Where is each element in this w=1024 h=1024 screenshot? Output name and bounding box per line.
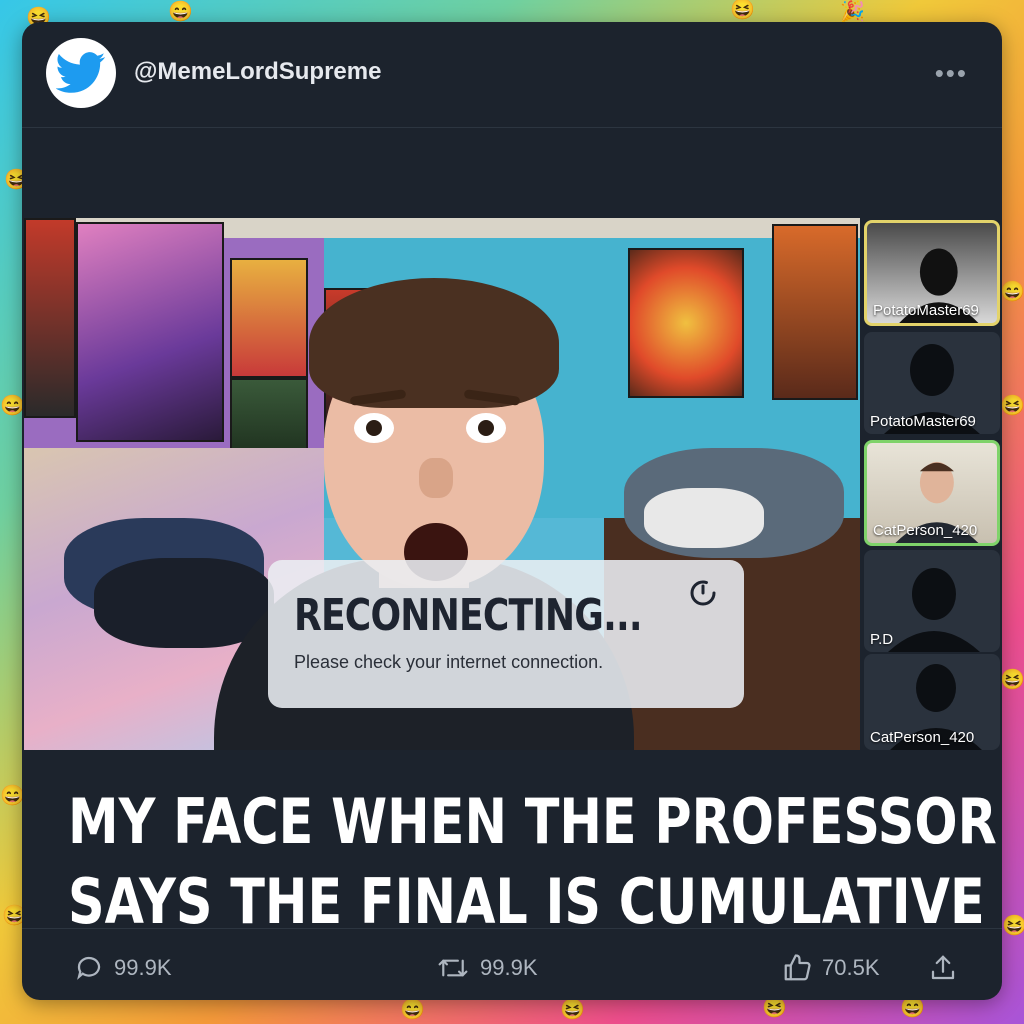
participant-name: P.D — [870, 631, 894, 648]
participant-tile[interactable]: PotatoMaster69 — [864, 220, 1000, 326]
post-header: @MemeLordSupreme ••• — [22, 22, 1002, 128]
repost-icon — [438, 959, 468, 977]
participant-name: CatPerson_420 — [870, 729, 975, 746]
meme-caption: MY FACE WHEN THE PROFESSOR SAYS THE FINA… — [68, 782, 997, 942]
participant-tile[interactable]: CatPerson_420 — [864, 654, 1000, 750]
participant-tile[interactable]: P.D — [864, 550, 1000, 652]
share-button[interactable] — [928, 953, 968, 983]
repost-count: 99.9K — [480, 955, 538, 980]
reply-button[interactable]: 99.9K — [74, 953, 172, 983]
reply-icon — [77, 956, 101, 980]
reconnecting-dialog: RECONNECTING... Please check your intern… — [268, 560, 744, 708]
reply-count: 99.9K — [114, 955, 172, 980]
like-count: 70.5K — [822, 955, 880, 980]
participant-tile[interactable]: PotatoMaster69 — [864, 332, 1000, 434]
participant-name: PotatoMaster69 — [873, 302, 979, 319]
thumbs-up-icon — [784, 954, 811, 981]
participant-sidebar: PotatoMaster69 PotatoMaster69 CatPerson_… — [864, 218, 1000, 750]
reconnecting-title: RECONNECTING... — [294, 590, 643, 641]
user-handle[interactable]: @MemeLordSupreme — [134, 58, 381, 86]
main-video-feed: RECONNECTING... Please check your intern… — [24, 218, 860, 750]
caption-line: MY FACE WHEN THE PROFESSOR — [68, 785, 997, 858]
loading-spinner-icon — [690, 580, 716, 606]
participant-name: CatPerson_420 — [873, 522, 978, 539]
post-actions: 99.9K 99.9K 70.5K — [22, 928, 1002, 1000]
bird-icon — [56, 52, 106, 93]
share-icon — [931, 955, 955, 980]
participant-tile[interactable]: CatPerson_420 — [864, 440, 1000, 546]
repost-button[interactable]: 99.9K — [436, 953, 538, 983]
reconnecting-message: Please check your internet connection. — [294, 652, 604, 672]
more-options-icon[interactable]: ••• — [935, 58, 968, 89]
post-card: @MemeLordSupreme ••• RECONNECTING... Ple… — [22, 22, 1002, 1000]
post-media[interactable]: RECONNECTING... Please check your intern… — [24, 218, 1000, 750]
avatar[interactable] — [46, 38, 116, 108]
like-button[interactable]: 70.5K — [782, 953, 880, 983]
participant-name: PotatoMaster69 — [870, 413, 976, 430]
